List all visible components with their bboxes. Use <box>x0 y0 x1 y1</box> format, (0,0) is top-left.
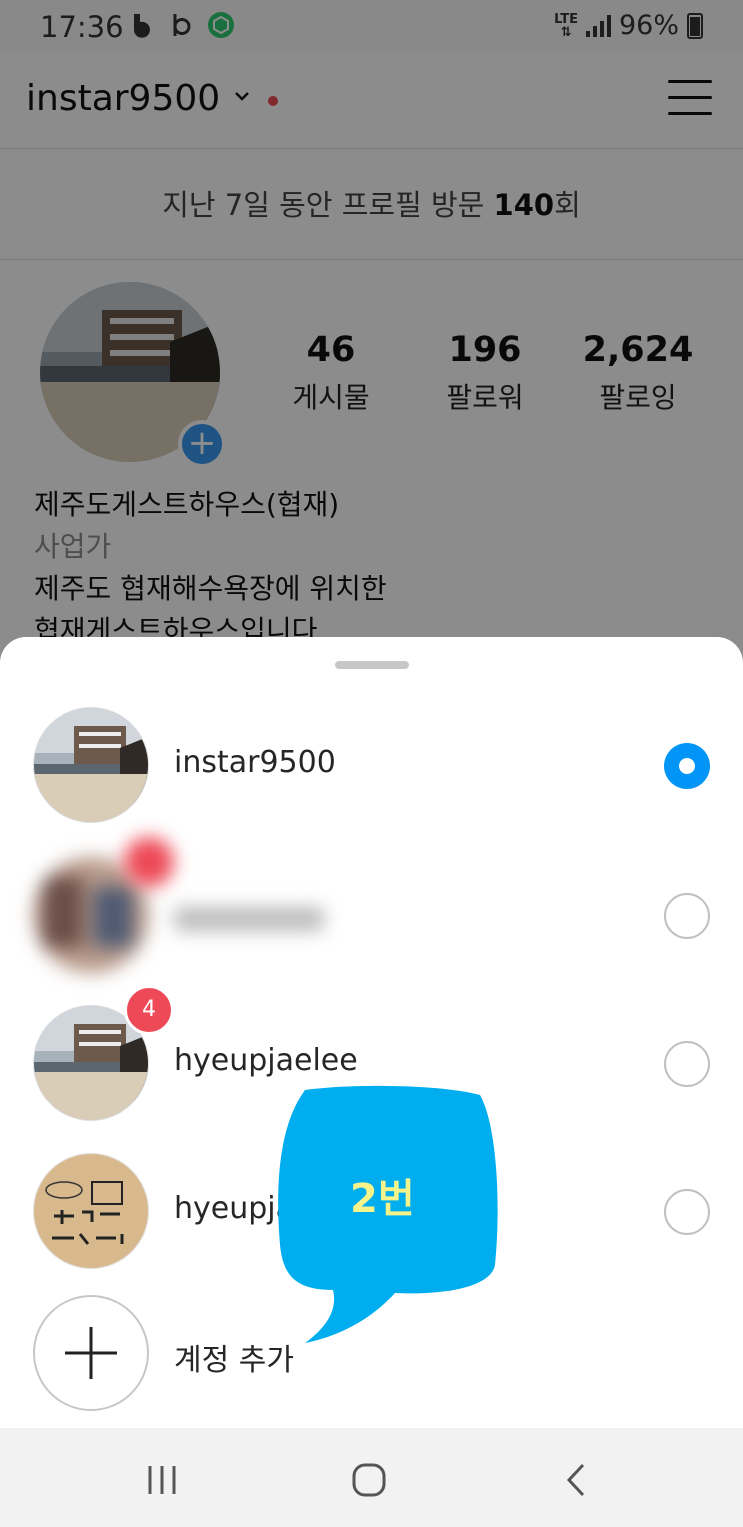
home-icon[interactable] <box>349 1460 389 1500</box>
system-navigation-bar <box>0 1428 743 1527</box>
recent-apps-icon[interactable] <box>142 1460 182 1500</box>
back-icon[interactable] <box>557 1460 597 1500</box>
account-radio-selected[interactable] <box>664 743 710 789</box>
account-badge <box>124 837 174 887</box>
notification-count-badge: 4 <box>124 985 174 1035</box>
account-username-redacted <box>174 907 324 931</box>
account-avatar <box>33 1153 149 1269</box>
add-account-icon <box>33 1295 149 1411</box>
account-row[interactable]: instar9500 <box>0 699 743 839</box>
account-radio[interactable] <box>664 893 710 939</box>
account-row[interactable] <box>0 837 743 989</box>
annotation-text: 2번 <box>350 1176 415 1222</box>
account-username: instar9500 <box>174 745 336 780</box>
sheet-drag-handle[interactable] <box>335 661 409 669</box>
account-avatar <box>33 707 149 823</box>
account-radio[interactable] <box>664 1041 710 1087</box>
account-username: hyeupjaelee <box>174 1043 358 1078</box>
account-radio[interactable] <box>664 1189 710 1235</box>
